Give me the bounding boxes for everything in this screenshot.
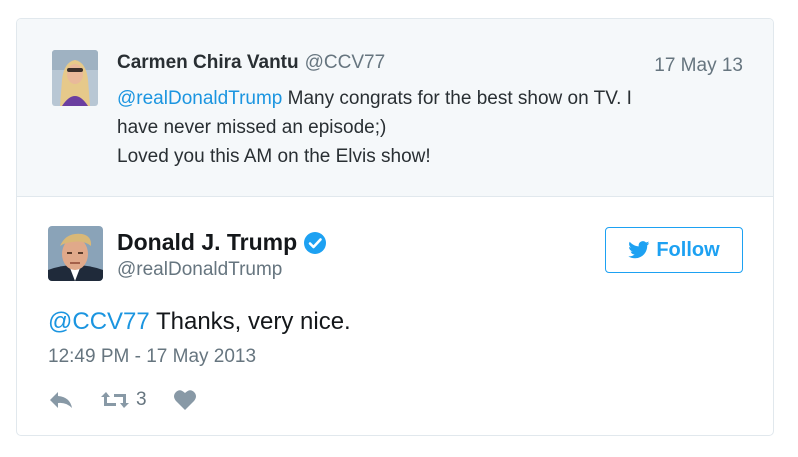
verified-badge-icon xyxy=(303,231,327,255)
parent-author-handle[interactable]: @CCV77 xyxy=(305,52,386,73)
parent-author[interactable]: Carmen Chira Vantu @CCV77 xyxy=(117,52,385,74)
reply-button[interactable] xyxy=(48,390,74,410)
main-tweet-text: @CCV77 Thanks, very nice. xyxy=(48,308,351,336)
parent-avatar[interactable] xyxy=(52,50,98,106)
parent-text-line1: Many congrats for the best show on TV. I xyxy=(282,88,632,109)
parent-mention-link[interactable]: @realDonaldTrump xyxy=(117,88,282,109)
retweet-button[interactable]: 3 xyxy=(100,389,147,411)
tweet-actions: 3 xyxy=(48,388,223,412)
main-author-name[interactable]: Donald J. Trump xyxy=(117,229,297,256)
tweet-card: Carmen Chira Vantu @CCV77 17 May 13 @real… xyxy=(16,18,774,436)
woman-avatar-icon xyxy=(52,50,98,106)
reply-icon xyxy=(50,392,72,408)
heart-icon xyxy=(173,390,196,410)
follow-button-label: Follow xyxy=(656,238,720,261)
parent-tweet-text: @realDonaldTrump Many congrats for the b… xyxy=(117,84,737,171)
main-avatar[interactable] xyxy=(48,226,103,281)
twitter-bird-icon xyxy=(628,241,650,259)
parent-date[interactable]: 17 May 13 xyxy=(654,55,743,77)
parent-text-line3: Loved you this AM on the Elvis show! xyxy=(117,146,431,167)
follow-button[interactable]: Follow xyxy=(605,227,743,273)
like-button[interactable] xyxy=(173,389,197,411)
main-author[interactable]: Donald J. Trump xyxy=(117,229,327,256)
parent-author-name[interactable]: Carmen Chira Vantu xyxy=(117,52,299,73)
retweet-count: 3 xyxy=(136,389,147,410)
parent-tweet[interactable]: Carmen Chira Vantu @CCV77 17 May 13 @real… xyxy=(17,19,773,197)
man-avatar-icon xyxy=(48,226,103,281)
main-author-handle[interactable]: @realDonaldTrump xyxy=(117,259,282,281)
tweet-timestamp[interactable]: 12:49 PM - 17 May 2013 xyxy=(48,346,256,368)
parent-text-line2: have never missed an episode;) xyxy=(117,117,387,138)
main-text-body: Thanks, very nice. xyxy=(149,308,351,335)
main-mention-link[interactable]: @CCV77 xyxy=(48,308,150,335)
retweet-icon xyxy=(101,392,129,408)
